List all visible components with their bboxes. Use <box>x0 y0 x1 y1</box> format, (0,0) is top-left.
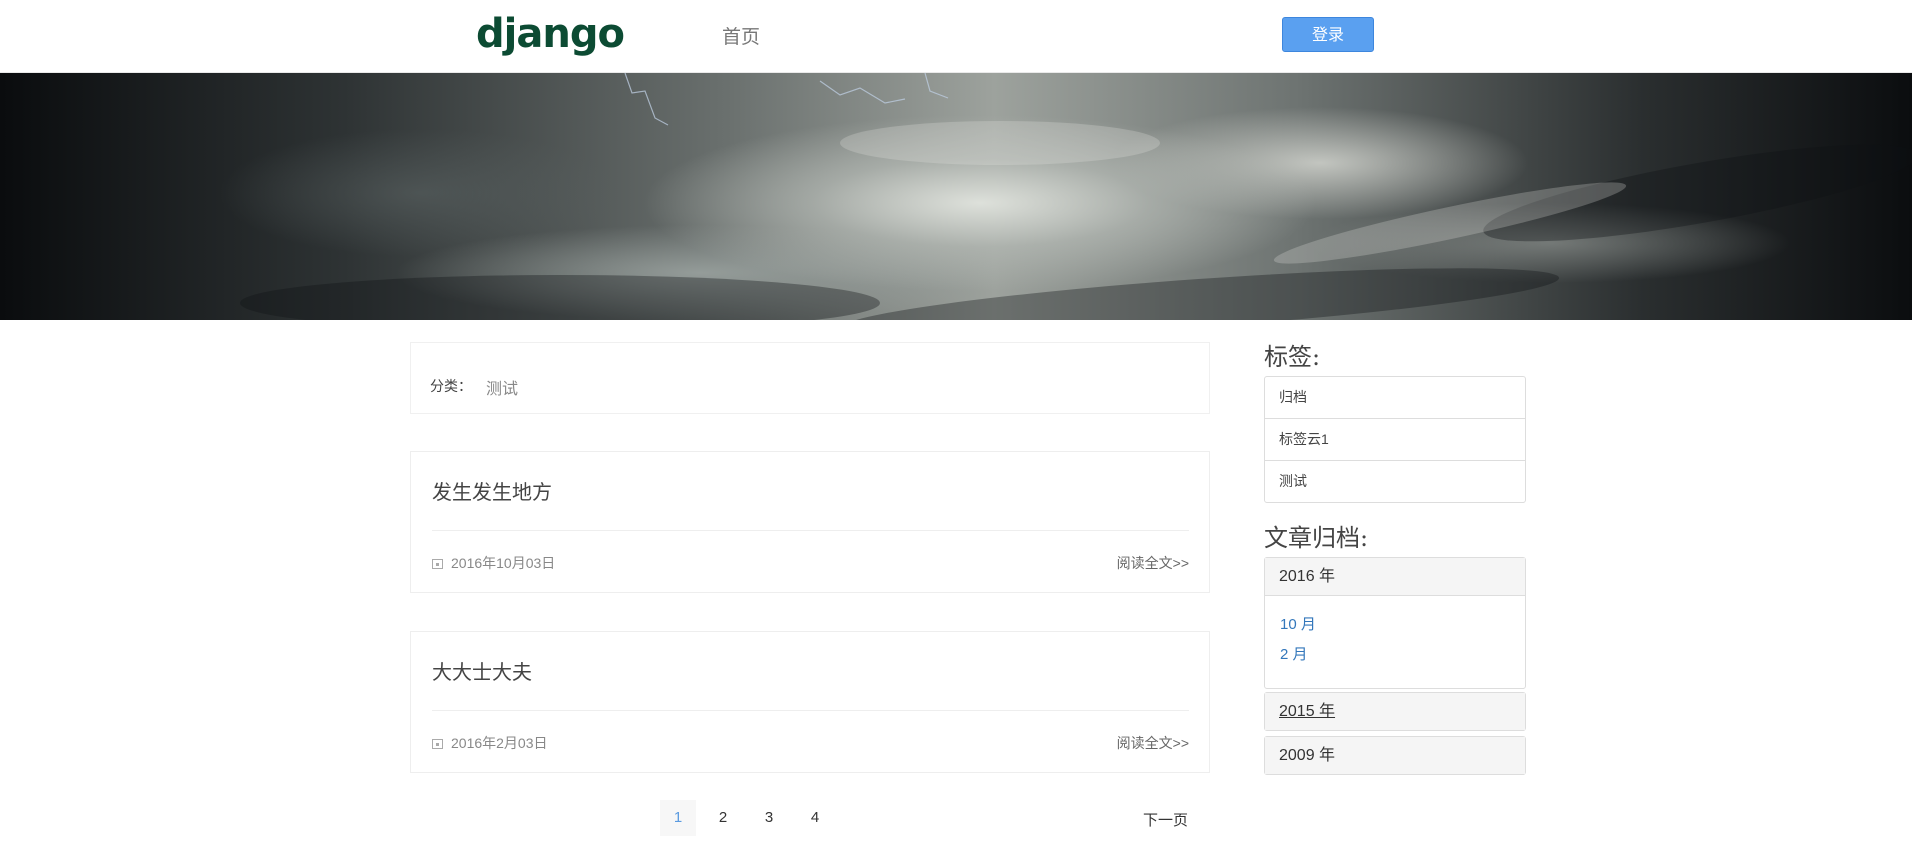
archive-heading: 文章归档: <box>1264 524 1369 552</box>
archive-year-2009: 2009 年 <box>1264 736 1526 775</box>
page-link-4[interactable]: 4 <box>797 800 833 836</box>
tag-item[interactable]: 标签云1 <box>1265 419 1525 461</box>
category-label: 分类： <box>430 378 472 394</box>
calendar-icon <box>432 739 443 749</box>
post-date-text: 2016年2月03日 <box>451 735 548 751</box>
archive-month-list: 10 月 2 月 <box>1265 595 1525 688</box>
login-button[interactable]: 登录 <box>1282 17 1374 52</box>
read-more-link[interactable]: 阅读全文>> <box>1117 733 1189 753</box>
archive-year-2015: 2015 年 <box>1264 692 1526 731</box>
page-link-3[interactable]: 3 <box>751 800 787 836</box>
archive-year-header[interactable]: 2016 年 <box>1265 558 1525 595</box>
archive-month-link[interactable]: 2 月 <box>1280 640 1525 670</box>
storm-clouds-graphic <box>240 73 1912 320</box>
archive-year-header[interactable]: 2009 年 <box>1265 737 1525 774</box>
post-date: 2016年2月03日 <box>432 733 548 753</box>
archive-year-2016: 2016 年 10 月 2 月 <box>1264 557 1526 689</box>
post-date: 2016年10月03日 <box>432 553 555 573</box>
post-card: 发生发生地方 2016年10月03日 阅读全文>> <box>410 451 1210 593</box>
calendar-icon <box>432 559 443 569</box>
nav-home-link[interactable]: 首页 <box>722 22 760 49</box>
archive-month-link[interactable]: 10 月 <box>1280 610 1525 640</box>
read-more-link[interactable]: 阅读全文>> <box>1117 553 1189 573</box>
archive-year-header[interactable]: 2015 年 <box>1265 693 1525 730</box>
post-card: 大大士大夫 2016年2月03日 阅读全文>> <box>410 631 1210 773</box>
tag-list: 归档 标签云1 测试 <box>1264 376 1526 503</box>
tag-item[interactable]: 测试 <box>1265 461 1525 502</box>
post-date-text: 2016年10月03日 <box>451 555 556 571</box>
tag-item[interactable]: 归档 <box>1265 377 1525 419</box>
post-title[interactable]: 大大士大夫 <box>432 656 532 685</box>
post-divider <box>432 530 1189 531</box>
page-link-2[interactable]: 2 <box>705 800 741 836</box>
tags-heading: 标签: <box>1264 343 1321 371</box>
category-filter-bar: 分类： 测试 <box>410 342 1210 414</box>
next-page-link[interactable]: 下一页 <box>1143 809 1188 830</box>
django-logo[interactable]: django <box>476 12 625 56</box>
top-navbar: django 首页 登录 <box>0 0 1912 73</box>
hero-banner-image <box>0 73 1912 320</box>
post-title[interactable]: 发生发生地方 <box>432 476 552 505</box>
category-link[interactable]: 测试 <box>486 375 518 399</box>
post-divider <box>432 710 1189 711</box>
page-link-1[interactable]: 1 <box>660 800 696 836</box>
